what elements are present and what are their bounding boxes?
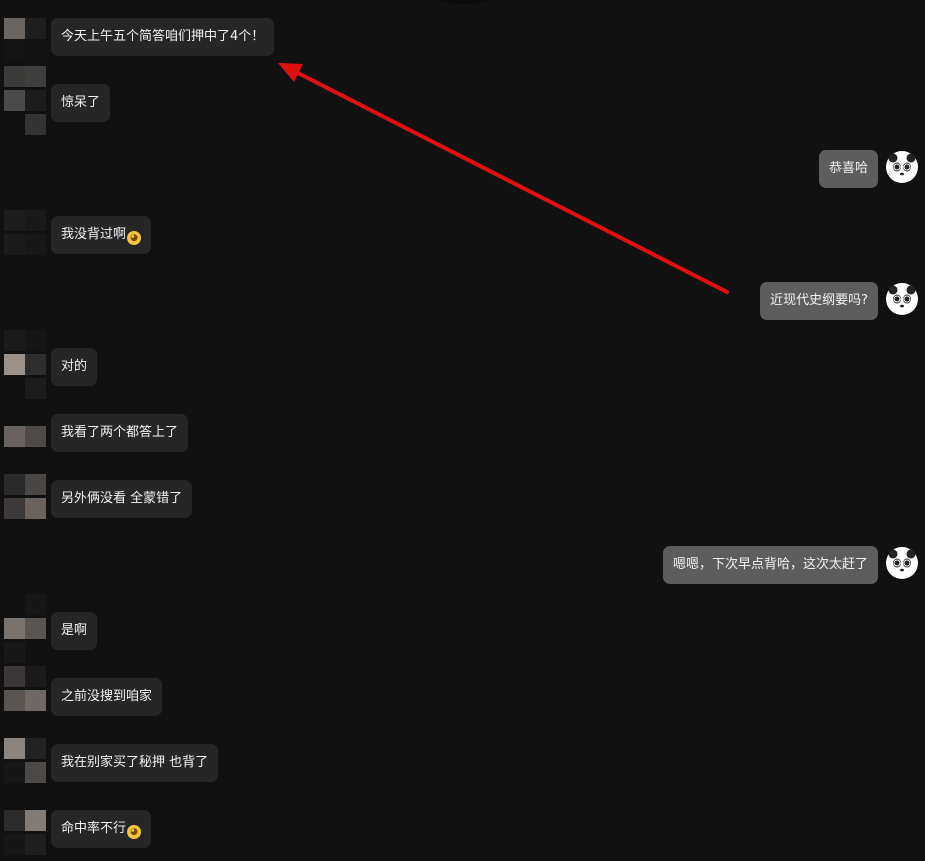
message-text: 恭喜哈 bbox=[828, 161, 868, 176]
top-shadow-decoration bbox=[430, 0, 500, 4]
message-text: 我看了两个都答上了 bbox=[61, 425, 179, 440]
message-bubble[interactable]: 我没背过啊 ◕ bbox=[51, 216, 152, 254]
message-text: 我在别家买了秘押 也背了 bbox=[61, 755, 209, 770]
message-row: 嗯嗯，下次早点背哈，这次太赶了 bbox=[618, 546, 918, 584]
message-bubble[interactable]: 之前没搜到咱家 bbox=[51, 678, 163, 716]
pixelated-avatar-icon[interactable] bbox=[4, 810, 46, 858]
message-text: 我没背过啊 bbox=[61, 227, 127, 242]
pixelated-avatar-icon[interactable] bbox=[4, 594, 46, 666]
panda-avatar-icon[interactable] bbox=[886, 547, 918, 579]
message-text: 今天上午五个简答咱们押中了4个！ bbox=[61, 29, 265, 44]
message-bubble[interactable]: 对的 bbox=[51, 348, 98, 386]
panda-avatar-icon[interactable] bbox=[886, 283, 918, 315]
message-bubble[interactable]: 命中率不行 ◕ bbox=[51, 810, 152, 848]
pixelated-avatar-icon[interactable] bbox=[4, 330, 46, 402]
message-text: 嗯嗯，下次早点背哈，这次太赶了 bbox=[672, 557, 868, 572]
pixelated-avatar-icon[interactable] bbox=[4, 210, 46, 258]
message-bubble[interactable]: 另外俩没看 全蒙错了 bbox=[51, 480, 193, 518]
message-text: 是啊 bbox=[61, 623, 88, 638]
pixelated-avatar-icon[interactable] bbox=[4, 66, 46, 138]
pixelated-avatar-icon[interactable] bbox=[4, 426, 46, 450]
message-row: 近现代史纲要吗? bbox=[618, 282, 918, 320]
pixelated-avatar-icon[interactable] bbox=[4, 18, 46, 60]
crying-face-emoji: ◕ bbox=[127, 231, 142, 245]
message-text: 近现代史纲要吗? bbox=[770, 293, 868, 308]
pixelated-avatar-icon[interactable] bbox=[4, 474, 46, 522]
message-bubble[interactable]: 恭喜哈 bbox=[818, 150, 878, 188]
message-bubble[interactable]: 我看了两个都答上了 bbox=[51, 414, 189, 452]
crying-face-emoji: ◕ bbox=[127, 825, 142, 839]
message-bubble[interactable]: 是啊 bbox=[51, 612, 98, 650]
message-text: 对的 bbox=[61, 359, 88, 374]
panda-avatar-icon[interactable] bbox=[886, 151, 918, 183]
message-text: 惊呆了 bbox=[61, 95, 101, 110]
pixelated-avatar-icon[interactable] bbox=[4, 666, 46, 726]
message-row: 恭喜哈 bbox=[618, 150, 918, 188]
message-bubble[interactable]: 我在别家买了秘押 也背了 bbox=[51, 744, 219, 782]
message-bubble[interactable]: 惊呆了 bbox=[51, 84, 111, 122]
message-text: 命中率不行 bbox=[61, 821, 127, 836]
message-bubble[interactable]: 嗯嗯，下次早点背哈，这次太赶了 bbox=[662, 546, 878, 584]
message-text: 之前没搜到咱家 bbox=[61, 689, 153, 704]
message-bubble[interactable]: 今天上午五个简答咱们押中了4个！ bbox=[51, 18, 275, 56]
message-text: 另外俩没看 全蒙错了 bbox=[61, 491, 183, 506]
pixelated-avatar-icon[interactable] bbox=[4, 738, 46, 786]
chat-window: 今天上午五个简答咱们押中了4个！ 惊呆了 恭喜哈 我没背过啊 ◕ 近现代史纲要吗… bbox=[0, 0, 925, 861]
message-bubble[interactable]: 近现代史纲要吗? bbox=[760, 282, 878, 320]
